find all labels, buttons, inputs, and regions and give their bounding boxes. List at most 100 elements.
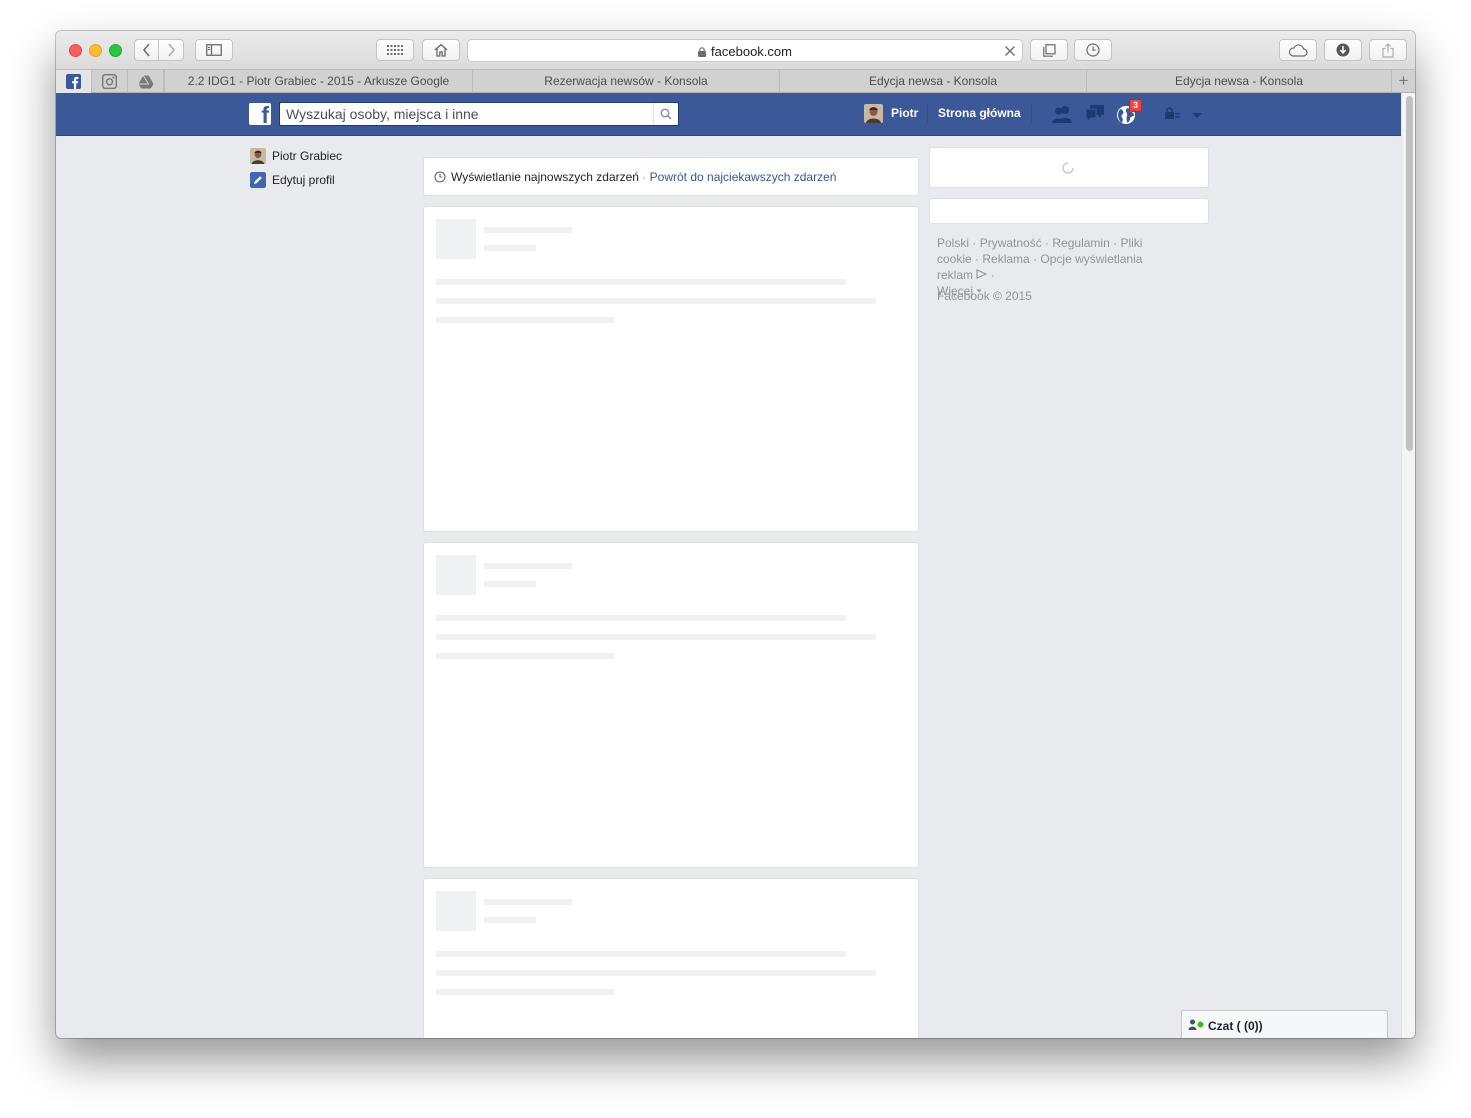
user-photo-icon (864, 104, 883, 123)
history-button[interactable] (1074, 39, 1112, 61)
search-button[interactable] (653, 103, 678, 125)
facebook-logo-f: f (261, 103, 269, 125)
tab-title: 2.2 IDG1 - Piotr Grabiec - 2015 - Arkusz… (187, 74, 450, 88)
story-placeholder (423, 878, 919, 1038)
lock-icon (698, 47, 707, 57)
house-icon (434, 43, 448, 57)
account-menu-button[interactable] (1187, 104, 1211, 126)
close-window-button[interactable] (69, 44, 82, 57)
placeholder-line (484, 227, 572, 233)
tab-rezerwacja[interactable]: Rezerwacja newsów - Konsola (472, 70, 779, 93)
left-nav-edit-profile[interactable]: Edytuj profil (250, 171, 335, 189)
top-sites-button[interactable] (376, 39, 414, 61)
loading-spinner-icon (1062, 162, 1074, 174)
downloads-button[interactable] (1324, 39, 1362, 61)
placeholder-line (436, 298, 876, 304)
home-button[interactable] (422, 39, 460, 61)
avatar (250, 148, 266, 164)
share-icon (1382, 42, 1394, 58)
left-nav-edit-label: Edytuj profil (272, 173, 335, 187)
feed-sort-bar: Wyświetlanie najnowszych zdarzeń · Powró… (423, 157, 919, 196)
zoom-window-button[interactable] (109, 44, 122, 57)
placeholder-line (484, 899, 572, 905)
page-scrollbar[interactable] (1401, 93, 1415, 1038)
google-drive-icon (138, 74, 153, 88)
stop-loading-button[interactable] (1004, 44, 1016, 62)
icloud-tabs-button[interactable] (1279, 39, 1317, 61)
tab-title: Edycja newsa - Konsola (868, 74, 998, 88)
story-placeholder (423, 542, 919, 868)
tab-title: Edycja newsa - Konsola (1174, 74, 1304, 88)
profile-link[interactable]: Piotr (891, 106, 918, 120)
new-tab-button[interactable]: + (1391, 70, 1415, 93)
browser-window: facebook.com 2.2 IDG1 - Piotr Grabiec - … (56, 31, 1415, 1038)
chevron-right-icon (168, 43, 175, 57)
notifications-badge: 3 (1129, 99, 1142, 112)
facebook-header: f Piotr Strona główna 3 (56, 93, 1401, 136)
search-input[interactable] (280, 103, 656, 125)
placeholder-line (436, 951, 846, 957)
pencil-icon (250, 172, 266, 188)
forward-button[interactable] (159, 39, 184, 61)
search-icon (660, 108, 672, 120)
chat-status-icon (1188, 1019, 1204, 1030)
search-box (279, 102, 679, 126)
messages-button[interactable] (1083, 104, 1107, 126)
placeholder-line (484, 917, 536, 923)
address-bar[interactable]: facebook.com (467, 39, 1023, 62)
pinned-tab-instagram[interactable] (92, 70, 128, 93)
tab-edycja-2[interactable]: Edycja newsa - Konsola (1086, 70, 1391, 93)
caret-down-icon (1192, 113, 1202, 118)
messages-icon (1085, 105, 1104, 124)
chat-tab[interactable]: Czat ( (0)) (1181, 1010, 1388, 1038)
friends-icon (1052, 106, 1072, 123)
share-button[interactable] (1369, 39, 1407, 61)
pinned-tab-google-drive[interactable] (128, 70, 164, 93)
footer-link-ads[interactable]: Reklama (982, 252, 1029, 266)
pinned-tab-facebook[interactable] (56, 70, 92, 93)
placeholder-line (436, 615, 846, 621)
placeholder-avatar (436, 219, 476, 259)
placeholder-line (436, 634, 876, 640)
address-url: facebook.com (468, 44, 1022, 59)
url-text: facebook.com (711, 44, 792, 59)
friend-requests-button[interactable] (1050, 104, 1074, 126)
placeholder-avatar (436, 891, 476, 931)
facebook-icon (66, 74, 81, 89)
placeholder-line (484, 563, 572, 569)
tab-overview-button[interactable] (1030, 39, 1068, 61)
footer-copyright: Facebook © 2015 (937, 289, 1032, 303)
browser-toolbar: facebook.com (56, 31, 1415, 69)
tab-edycja-1[interactable]: Edycja newsa - Konsola (779, 70, 1086, 93)
tabs-icon (1042, 43, 1056, 57)
left-nav-profile-name: Piotr Grabiec (272, 149, 343, 163)
footer-link-language[interactable]: Polski (937, 236, 969, 250)
placeholder-line (436, 970, 876, 976)
avatar[interactable] (864, 104, 883, 123)
clock-icon (1086, 43, 1100, 57)
sidebar-button[interactable] (195, 39, 233, 61)
right-empty-box (929, 198, 1209, 224)
ad-choices-icon (976, 269, 988, 279)
nav-divider (1031, 104, 1032, 123)
download-icon (1336, 43, 1350, 57)
placeholder-line (484, 245, 536, 251)
tab-arkusze[interactable]: 2.2 IDG1 - Piotr Grabiec - 2015 - Arkusz… (164, 70, 472, 93)
scrollbar-thumb[interactable] (1406, 96, 1413, 451)
facebook-logo[interactable]: f (249, 103, 271, 125)
footer-link-terms[interactable]: Regulamin (1052, 236, 1109, 250)
feed-sort-link[interactable]: Powrót do najciekawszych zdarzeń (650, 170, 837, 184)
instagram-icon (102, 74, 117, 89)
sidebar-icon (206, 44, 222, 56)
feed-sort-text: Wyświetlanie najnowszych zdarzeń · Powró… (434, 170, 836, 184)
browser-tab-bar: 2.2 IDG1 - Piotr Grabiec - 2015 - Arkusz… (56, 69, 1415, 93)
left-nav-profile[interactable]: Piotr Grabiec (250, 147, 342, 165)
placeholder-line (436, 653, 614, 659)
placeholder-avatar (436, 555, 476, 595)
footer-link-privacy[interactable]: Prywatność (980, 236, 1042, 250)
minimize-window-button[interactable] (89, 44, 102, 57)
back-button[interactable] (134, 39, 159, 61)
clock-icon (434, 171, 446, 183)
privacy-shortcuts-button[interactable] (1159, 104, 1183, 126)
home-link[interactable]: Strona główna (938, 106, 1021, 120)
